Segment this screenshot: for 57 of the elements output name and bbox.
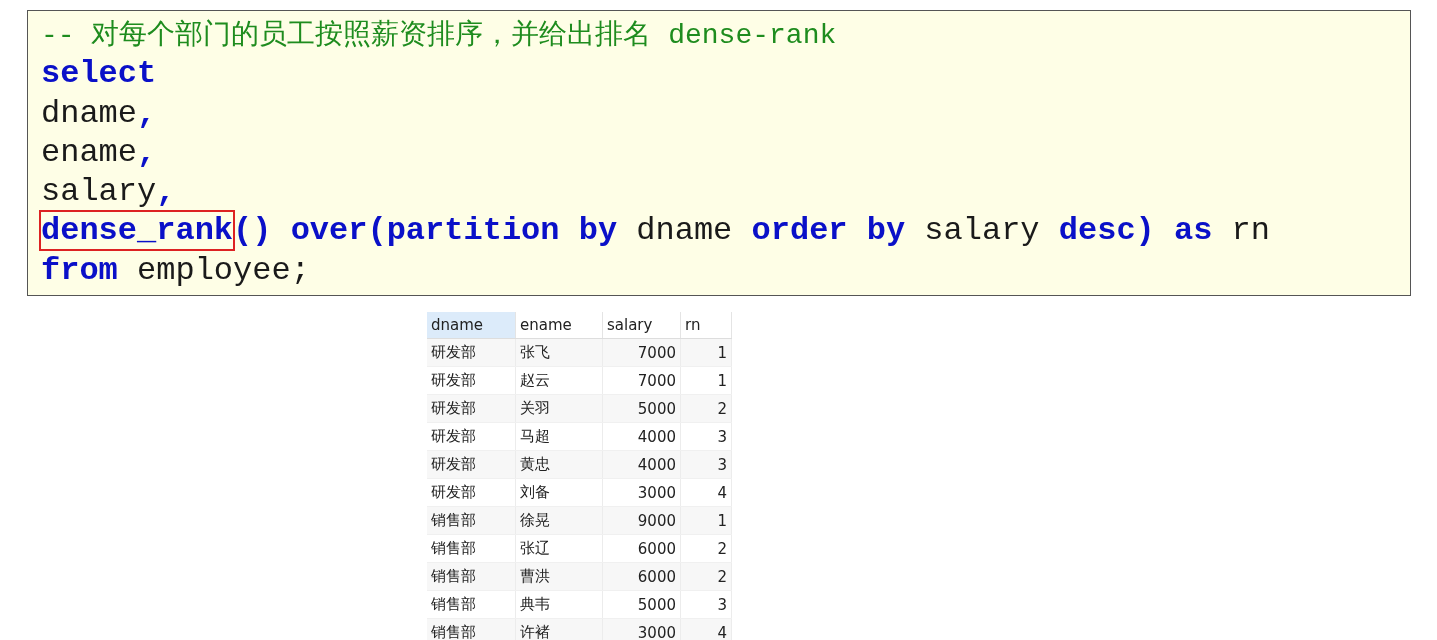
code-keyword: , (137, 94, 157, 132)
table-cell: 销售部 (427, 562, 516, 591)
table-cell: 徐晃 (515, 506, 603, 535)
code-identifier: salary (41, 173, 157, 211)
table-cell: 赵云 (515, 366, 603, 395)
column-header[interactable]: salary (602, 312, 681, 339)
table-cell: 刘备 (515, 478, 603, 507)
table-cell: 4000 (602, 422, 681, 451)
table-cell: 6000 (602, 562, 681, 591)
table-cell: 1 (680, 366, 732, 395)
code-identifier: employee; (136, 251, 310, 289)
table-cell: 研发部 (427, 422, 516, 451)
table-cell: 2 (680, 534, 732, 563)
table-cell: 7000 (602, 366, 681, 395)
table-cell: 曹洪 (515, 562, 603, 591)
code-keyword: () over(partition by (233, 212, 618, 250)
table-cell: 研发部 (427, 450, 516, 479)
code-identifier: salary (923, 212, 1041, 250)
table-cell: 张辽 (515, 534, 603, 563)
column-header[interactable]: ename (515, 312, 603, 339)
table-cell: 6000 (602, 534, 681, 563)
highlighted-keyword: dense_rank (41, 212, 234, 250)
code-keyword: from (41, 251, 118, 289)
table-cell: 5000 (602, 394, 681, 423)
table-cell: 研发部 (427, 478, 516, 507)
code-keyword: select (41, 55, 157, 93)
table-cell: 张飞 (515, 338, 603, 367)
table-cell: 4000 (602, 450, 681, 479)
code-identifier: rn (1230, 212, 1270, 250)
code-identifier: dname (41, 94, 137, 132)
table-cell: 3000 (602, 478, 681, 507)
code-comment: -- 对每个部门的员工按照薪资排序，并给出排名 dense-rank (41, 20, 837, 51)
table-cell: 5000 (602, 590, 681, 619)
code-identifier: dname (635, 212, 734, 250)
code-keyword: , (156, 173, 176, 211)
table-cell: 研发部 (427, 366, 516, 395)
table-cell: 研发部 (427, 338, 516, 367)
table-cell: 销售部 (427, 590, 516, 619)
column-header[interactable]: rn (680, 312, 732, 339)
code-keyword: , (137, 133, 157, 171)
table-cell: 典韦 (515, 590, 603, 619)
table-cell: 销售部 (427, 618, 516, 640)
table-cell: 马超 (515, 422, 603, 451)
table-cell: 研发部 (427, 394, 516, 423)
table-cell: 黄忠 (515, 450, 603, 479)
table-cell: 销售部 (427, 506, 516, 535)
code-identifier: ename (41, 133, 137, 171)
table-cell: 销售部 (427, 534, 516, 563)
table-cell: 4 (680, 478, 732, 507)
code-keyword: order by (751, 212, 906, 250)
code-keyword: desc) as (1058, 212, 1213, 250)
table-cell: 3 (680, 422, 732, 451)
table-cell: 9000 (602, 506, 681, 535)
table-cell: 7000 (602, 338, 681, 367)
column-header[interactable]: dname (427, 312, 516, 339)
table-cell: 关羽 (515, 394, 603, 423)
table-cell: 3 (680, 590, 732, 619)
